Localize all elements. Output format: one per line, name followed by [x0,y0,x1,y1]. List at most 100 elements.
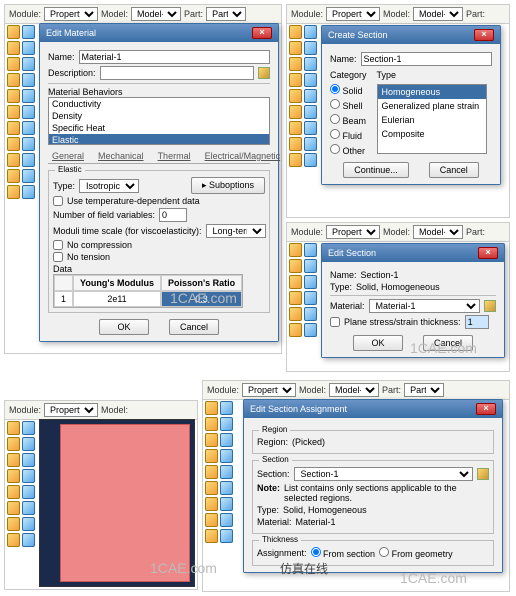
viewport[interactable] [39,419,195,587]
tool-icon[interactable] [289,153,302,167]
material-manager-icon[interactable] [7,25,20,39]
tool-icon[interactable] [289,57,302,71]
view-cut-icon[interactable] [22,169,35,183]
tool-icon[interactable] [304,259,317,273]
tool-icon[interactable] [304,291,317,305]
tool-icon[interactable] [220,449,233,463]
tool-icon[interactable] [289,137,302,151]
type-item-selected[interactable]: Homogeneous [378,85,486,99]
tab-electrical[interactable]: Electrical/Magnetic [201,149,285,163]
field-vars-input[interactable] [159,208,187,222]
assign-section-icon[interactable] [7,89,20,103]
behaviors-listbox[interactable]: Conductivity Density Specific Heat Elast… [48,97,270,145]
tool-icon[interactable] [304,25,317,39]
type-item[interactable]: Composite [378,127,486,141]
tool-icon[interactable] [304,41,317,55]
edit-material-icon[interactable] [484,300,496,312]
cat-solid[interactable]: Solid [330,84,367,96]
profile-manager-icon[interactable] [7,41,20,55]
tool-icon[interactable] [289,243,302,257]
partition-face-icon[interactable] [7,105,20,119]
cat-other[interactable]: Other [330,144,367,156]
tool-icon[interactable] [22,437,35,451]
tool-icon[interactable] [304,73,317,87]
tool-icon[interactable] [220,401,233,415]
youngs-modulus-cell[interactable]: 2e11 [73,291,161,307]
section-material-select[interactable]: Material-1 [369,299,480,313]
datum-plane-icon[interactable] [7,137,20,151]
cat-beam[interactable]: Beam [330,114,367,126]
tool-icon[interactable] [205,513,218,527]
from-section-radio[interactable]: From section [311,547,376,559]
cancel-button[interactable]: Cancel [429,162,479,178]
create-section-icon[interactable] [477,468,489,480]
tool-icon[interactable] [220,497,233,511]
selected-region[interactable] [60,424,190,582]
tool-icon[interactable] [7,501,20,515]
assign-orientation-icon[interactable] [22,89,35,103]
tool-icon[interactable] [304,89,317,103]
tool-icon[interactable] [304,243,317,257]
module-select[interactable]: Property [326,7,380,21]
close-icon[interactable]: × [474,29,494,41]
material-name-input[interactable] [79,50,270,64]
tool-icon[interactable] [289,275,302,289]
tool-icon[interactable] [7,421,20,435]
model-select[interactable]: Model-1 [131,7,181,21]
cancel-button[interactable]: Cancel [423,335,473,351]
no-compression-checkbox[interactable] [53,240,63,250]
material-desc-input[interactable] [100,66,254,80]
tool-icon[interactable] [220,513,233,527]
type-item[interactable]: Generalized plane strain [378,99,486,113]
section-name-input[interactable] [361,52,492,66]
module-select[interactable]: Property [44,403,98,417]
perspective-icon[interactable] [22,185,35,199]
tool-icon[interactable] [289,259,302,273]
ok-button[interactable]: OK [353,335,403,351]
part-select[interactable]: Part-1 [404,383,444,397]
suboptions-button[interactable]: ▸ Suboptions [191,177,265,194]
moduli-select[interactable]: Long-term [206,224,266,238]
model-select[interactable]: Model-1 [413,7,463,21]
tool-icon[interactable] [220,529,233,543]
tool-icon[interactable] [22,501,35,515]
module-select[interactable]: Property [242,383,296,397]
partition-cell-icon[interactable] [22,105,35,119]
tool-icon[interactable] [289,105,302,119]
tool-icon[interactable] [220,481,233,495]
tool-icon[interactable] [22,533,35,547]
tool-icon[interactable] [289,307,302,321]
tool-icon[interactable] [205,497,218,511]
tool-icon[interactable] [22,453,35,467]
behavior-item[interactable]: Specific Heat [49,122,269,134]
material-data-grid[interactable]: Young's Modulus Poisson's Ratio 1 2e11 0… [53,274,243,308]
tool-icon[interactable] [7,453,20,467]
tool-icon[interactable] [22,517,35,531]
close-icon[interactable]: × [478,247,498,259]
color-code-icon[interactable] [22,153,35,167]
module-select[interactable]: Property [326,225,380,239]
tool-icon[interactable] [205,449,218,463]
tool-icon[interactable] [205,417,218,431]
tab-general[interactable]: General [48,149,88,163]
from-geometry-radio[interactable]: From geometry [379,547,453,559]
tool-icon[interactable] [220,417,233,431]
tool-icon[interactable] [304,153,317,167]
type-item[interactable]: Eulerian [378,113,486,127]
plane-thickness-checkbox[interactable] [330,317,340,327]
tab-thermal[interactable]: Thermal [154,149,195,163]
tool-icon[interactable] [304,307,317,321]
assignment-section-select[interactable]: Section-1 [294,467,473,481]
tool-icon[interactable] [205,465,218,479]
tool-icon[interactable] [289,323,302,337]
beam-orientation-icon[interactable] [22,41,35,55]
tool-icon[interactable] [22,421,35,435]
skin-icon[interactable] [7,57,20,71]
elastic-type-select[interactable]: Isotropic [79,179,139,193]
tool-icon[interactable] [289,89,302,103]
cat-shell[interactable]: Shell [330,99,367,111]
tool-icon[interactable] [7,533,20,547]
tool-icon[interactable] [205,433,218,447]
datum-csys-icon[interactable] [22,137,35,151]
behavior-item[interactable]: Density [49,110,269,122]
